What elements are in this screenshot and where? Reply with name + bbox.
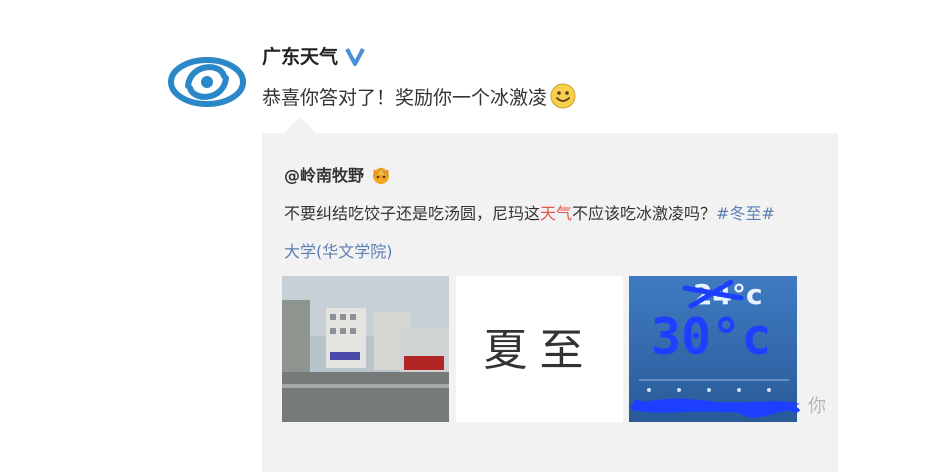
- post-author[interactable]: 广东天气: [262, 42, 366, 69]
- street-photo-image: [282, 276, 449, 422]
- post-text-content: 恭喜你答对了！奖励你一个冰激凌: [262, 86, 548, 109]
- repost-text: 不要纠结吃饺子还是吃汤圆，尼玛这天气不应该吃冰激凌吗？#冬至#: [284, 200, 775, 224]
- hashtag-link[interactable]: #冬至#: [716, 204, 775, 223]
- dongzhi-image-text: 夏至: [483, 325, 596, 376]
- watermark-text: 你: [808, 396, 826, 417]
- avatar-logo-icon[interactable]: [168, 52, 246, 112]
- crown-badge-icon: [373, 167, 390, 184]
- verified-badge-icon: [345, 47, 365, 66]
- author-name[interactable]: 广东天气: [262, 42, 338, 69]
- repost-text-after: 不应该吃冰激凌吗？: [572, 204, 717, 223]
- location-link[interactable]: 大学(华文学院): [284, 238, 393, 262]
- smile-emoji-icon: [550, 83, 576, 109]
- redaction-scribble: [630, 398, 801, 418]
- repost-author-name[interactable]: @岭南牧野: [284, 162, 364, 186]
- repost-text-before: 不要纠结吃饺子还是吃汤圆，尼玛这: [284, 204, 541, 223]
- dongzhi-image-thumbnail[interactable]: 夏至: [456, 276, 623, 422]
- repost-author[interactable]: @岭南牧野: [284, 162, 392, 186]
- repost-arrow: [284, 117, 316, 133]
- repost-text-highlight: 天气: [540, 204, 573, 223]
- handwritten-temperature: 30°c: [651, 308, 772, 366]
- street-photo-thumbnail[interactable]: [282, 276, 449, 422]
- post-text: 恭喜你答对了！奖励你一个冰激凌: [262, 82, 577, 110]
